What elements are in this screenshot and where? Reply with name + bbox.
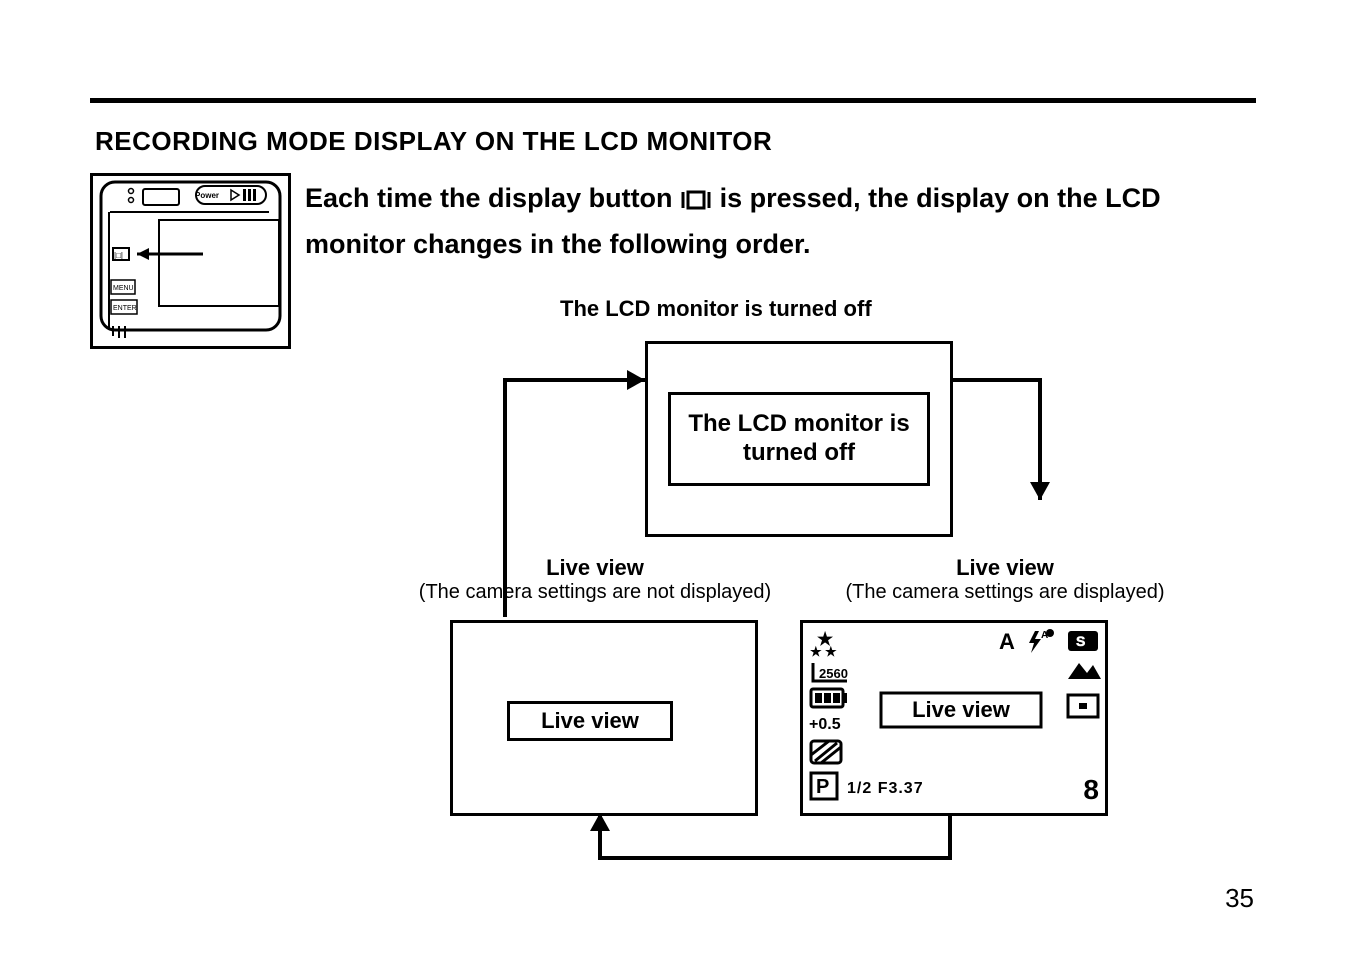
svg-text:2560: 2560 xyxy=(819,666,848,681)
svg-text:★: ★ xyxy=(825,644,837,659)
live-right-sub: (The camera settings are displayed) xyxy=(810,581,1200,604)
enter-label: ENTER xyxy=(113,305,137,312)
live-view-with-settings-caption: Live view (The camera settings are displ… xyxy=(810,555,1200,604)
page-number: 35 xyxy=(1225,883,1254,914)
spot-meter-icon xyxy=(1068,695,1098,717)
state-live-view-plain: Live view xyxy=(450,620,758,816)
wb-icon xyxy=(811,741,841,763)
ev-compensation: +0.5 xyxy=(809,716,841,733)
live-right-bold: Live view xyxy=(810,555,1200,581)
mountain-icon xyxy=(1068,663,1101,679)
power-label: Power xyxy=(195,191,219,200)
menu-label: MENU xyxy=(113,285,134,292)
display-button-icon xyxy=(680,182,712,224)
resolution-indicator: 2560 xyxy=(813,663,848,681)
live-view-settings-label: Live view xyxy=(912,697,1011,722)
display-button-on-camera: |□| xyxy=(113,248,129,260)
shutter-aperture: 1/2 F3.37 xyxy=(847,780,924,797)
section-title: RECORDING MODE DISPLAY ON THE LCD MONITO… xyxy=(95,126,772,157)
arrow-right-to-left xyxy=(590,813,950,858)
arrow-top-to-right xyxy=(950,380,1050,500)
live-view-plain-label: Live view xyxy=(507,701,673,741)
state-lcd-off-text: The LCD monitor is turned off xyxy=(668,392,930,486)
svg-text:P: P xyxy=(816,776,829,798)
live-left-sub: (The camera settings are not displayed) xyxy=(395,581,795,604)
live-view-no-settings-caption: Live view (The camera settings are not d… xyxy=(395,555,795,604)
svg-text:S: S xyxy=(1076,633,1085,649)
camera-back-illustration: Power |□| MENU ENTER xyxy=(90,173,291,349)
state-live-view-settings: ★ ★ ★ A A S 2560 xyxy=(800,620,1108,816)
battery-icon xyxy=(811,689,847,707)
live-left-bold: Live view xyxy=(395,555,795,581)
intro-paragraph: Each time the display button is pressed,… xyxy=(305,178,1245,266)
svg-text:|□|: |□| xyxy=(114,251,123,260)
card-icon: S xyxy=(1068,631,1098,651)
quality-icon: ★ ★ ★ xyxy=(810,629,837,659)
flash-auto-icon: A xyxy=(1029,629,1054,653)
state-lcd-off: The LCD monitor is turned off xyxy=(645,341,953,537)
svg-text:★: ★ xyxy=(810,644,822,659)
mode-letter: A xyxy=(999,629,1015,654)
lcd-off-caption: The LCD monitor is turned off xyxy=(560,296,872,322)
intro-text-before: Each time the display button xyxy=(305,183,680,213)
program-mode-indicator: P xyxy=(811,773,837,799)
remaining-shots: 8 xyxy=(1083,774,1099,805)
section-rule xyxy=(90,98,1256,103)
